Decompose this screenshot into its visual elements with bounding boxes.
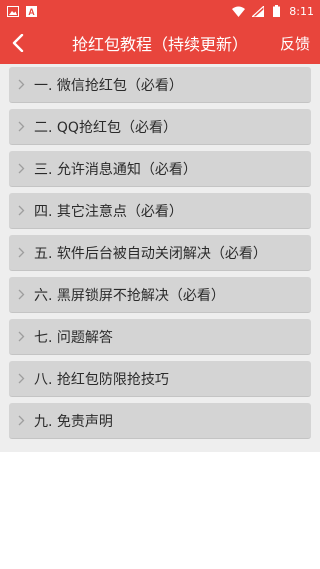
chevron-right-icon: [9, 151, 34, 187]
cellular-icon: [251, 5, 264, 17]
list-item-label: 二. QQ抢红包（必看）: [34, 119, 177, 136]
list-item[interactable]: 五. 软件后台被自动关闭解决（必看）: [9, 235, 311, 271]
list-item-label: 三. 允许消息通知（必看）: [34, 161, 197, 178]
chevron-right-icon: [9, 319, 34, 355]
chevron-right-icon: [9, 235, 34, 271]
status-time: 8:11: [289, 4, 314, 18]
list-item[interactable]: 三. 允许消息通知（必看）: [9, 151, 311, 187]
list-item[interactable]: 一. 微信抢红包（必看）: [9, 67, 311, 103]
app-bar: 抢红包教程（持续更新） 反馈: [0, 22, 320, 64]
a-icon: A: [25, 5, 38, 17]
list-item[interactable]: 七. 问题解答: [9, 319, 311, 355]
list-item-label: 一. 微信抢红包（必看）: [34, 77, 183, 94]
list-item[interactable]: 九. 免责声明: [9, 403, 311, 439]
list-item-label: 五. 软件后台被自动关闭解决（必看）: [34, 245, 267, 262]
list-item-label: 七. 问题解答: [34, 329, 113, 346]
chevron-right-icon: [9, 403, 34, 439]
list-item[interactable]: 八. 抢红包防限抢技巧: [9, 361, 311, 397]
wifi-icon: [232, 5, 246, 17]
list-item-label: 九. 免责声明: [34, 413, 113, 430]
list-item-label: 六. 黑屏锁屏不抢解决（必看）: [34, 287, 225, 304]
status-bar: A 8:11: [0, 0, 320, 22]
list-item[interactable]: 四. 其它注意点（必看）: [9, 193, 311, 229]
chevron-right-icon: [9, 277, 34, 313]
list-item[interactable]: 六. 黑屏锁屏不抢解决（必看）: [9, 277, 311, 313]
back-button[interactable]: [0, 22, 36, 64]
list-item-label: 八. 抢红包防限抢技巧: [34, 371, 169, 388]
chevron-right-icon: [9, 109, 34, 145]
back-chevron-icon: [12, 34, 24, 52]
list-item-label: 四. 其它注意点（必看）: [34, 203, 183, 220]
feedback-button[interactable]: 反馈: [270, 22, 320, 64]
list-item[interactable]: 二. QQ抢红包（必看）: [9, 109, 311, 145]
svg-text:A: A: [28, 7, 35, 17]
battery-icon: [270, 5, 283, 17]
chevron-right-icon: [9, 193, 34, 229]
tutorial-list: 一. 微信抢红包（必看） 二. QQ抢红包（必看） 三. 允许消息通知（必看） 四. …: [0, 64, 320, 452]
chevron-right-icon: [9, 67, 34, 103]
image-icon: [6, 5, 19, 17]
chevron-right-icon: [9, 361, 34, 397]
